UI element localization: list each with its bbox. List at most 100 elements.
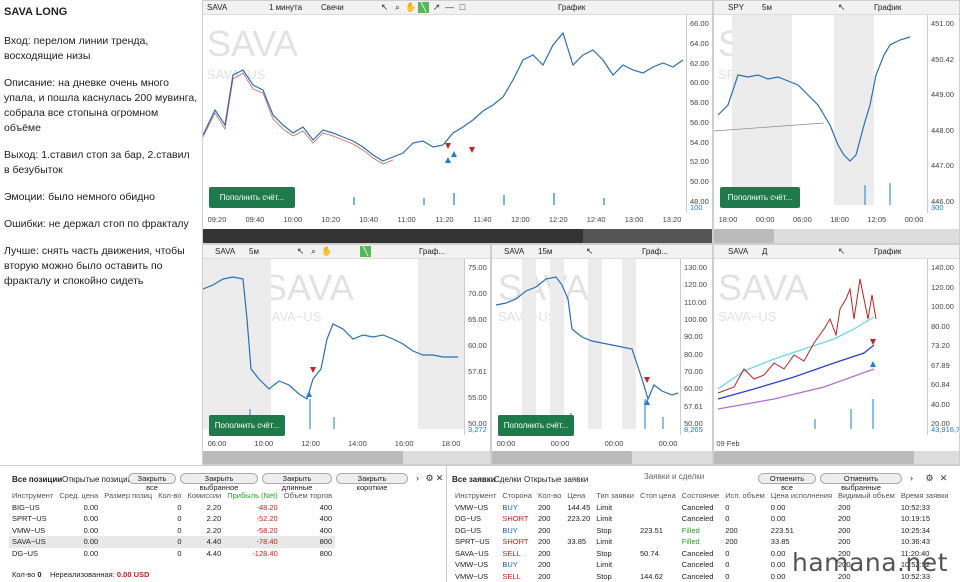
interval-select[interactable]: Д xyxy=(762,247,767,256)
time-axis[interactable]: 06:0010:0012:0014:0016:0018:00 xyxy=(203,437,465,449)
close-all-button[interactable]: Закрыть все xyxy=(128,473,176,484)
chart-scrollbar[interactable] xyxy=(203,229,713,243)
cancel-selected-button[interactable]: Отменить выбранные xyxy=(820,473,902,484)
column-header[interactable]: Сред. цена xyxy=(56,490,101,502)
hline-icon[interactable]: — xyxy=(444,2,455,13)
gear-icon[interactable]: ⚙ xyxy=(924,473,935,484)
column-header[interactable]: Цена исполнения xyxy=(768,490,835,502)
time-tick: 10:00 xyxy=(283,215,302,224)
price-axis[interactable]: 140.00120.00100.0080.0073.2067.8960.8440… xyxy=(927,259,959,435)
table-cell: 2.20 xyxy=(184,513,224,525)
table-cell: SAVA~US xyxy=(452,548,499,560)
column-header[interactable]: Размер позиц xyxy=(101,490,155,502)
column-header[interactable]: Инструмент xyxy=(9,490,56,502)
column-header[interactable]: Сторона xyxy=(499,490,535,502)
chart-type-select[interactable]: Свечи xyxy=(321,3,344,12)
column-header[interactable]: Исп. объем xyxy=(722,490,768,502)
column-header[interactable]: Стоп цена xyxy=(637,490,679,502)
table-row[interactable]: DG~US0.0004.40-128.40800 xyxy=(9,548,335,560)
time-tick: 11:40 xyxy=(473,215,491,224)
column-header[interactable]: Видимый объем xyxy=(835,490,898,502)
interval-select[interactable]: 5м xyxy=(762,3,772,12)
close-icon[interactable]: ✕ xyxy=(938,473,949,484)
table-row[interactable]: DG~USBUY200Stop223.51Filled200223.512001… xyxy=(452,525,952,537)
table-cell xyxy=(101,502,155,514)
table-row[interactable]: BIG~US0.0002.20-48.20400 xyxy=(9,502,335,514)
tab-trades[interactable]: Сделки xyxy=(494,475,521,484)
close-selected-button[interactable]: Закрыть выбранное xyxy=(180,473,258,484)
cursor-icon[interactable]: ↖ xyxy=(584,246,595,257)
chevron-right-icon[interactable]: › xyxy=(906,473,917,484)
chart-15m[interactable]: SAVA 15м ↖ Граф... SAVA SAVA~US 130.0012… xyxy=(491,244,713,465)
time-axis[interactable]: 09:2009:4010:0010:2010:4011:0011:2011:40… xyxy=(203,213,686,225)
column-header[interactable]: Инструмент xyxy=(452,490,499,502)
tab-open-orders[interactable]: Открытые заявки xyxy=(524,475,588,484)
price-axis[interactable]: 130.00120.00110.00100.0090.0080.0070.006… xyxy=(680,259,712,435)
chart-5m[interactable]: SAVA 5м ↖ ⌕ ✋ ╲ Граф... SAVA SAVA~US 75.… xyxy=(202,244,491,465)
table-row[interactable]: VMW~USBUY200144.45LimitCanceled00.002001… xyxy=(452,502,952,514)
table-row[interactable]: SPRT~US0.0002.20-52.20400 xyxy=(9,513,335,525)
column-header[interactable]: Кол-во xyxy=(535,490,564,502)
symbol-field[interactable]: SAVA xyxy=(207,3,227,12)
cursor-icon[interactable]: ↖ xyxy=(295,246,306,257)
price-tick: 450.42 xyxy=(931,55,954,64)
cursor-icon[interactable]: ↖ xyxy=(379,2,390,13)
hand-icon[interactable]: ✋ xyxy=(405,2,416,13)
deposit-button[interactable]: Пополнить счёт... xyxy=(209,415,285,436)
chart-daily[interactable]: SAVA Д ↖ График SAVA SAVA~US 140.00120.0… xyxy=(713,244,960,465)
column-header[interactable]: Тип заявки xyxy=(593,490,637,502)
hand-icon[interactable]: ✋ xyxy=(321,246,332,257)
table-row[interactable]: SAVA~US0.0004.40-78.40800 xyxy=(9,536,335,548)
line-tool-icon[interactable]: ╲ xyxy=(360,246,371,257)
time-axis[interactable]: 09 Feb xyxy=(714,437,928,449)
symbol-field[interactable]: SPY xyxy=(728,3,744,12)
symbol-field[interactable]: SAVA xyxy=(728,247,748,256)
table-row[interactable]: DG~USSHORT200223.20LimitCanceled00.00200… xyxy=(452,513,952,525)
column-header[interactable]: Комиссии xyxy=(184,490,224,502)
zoom-icon[interactable]: ⌕ xyxy=(308,246,319,257)
zoom-icon[interactable]: ⌕ xyxy=(392,2,403,13)
tab-all-orders[interactable]: Все заявки xyxy=(452,475,496,484)
interval-select[interactable]: 15м xyxy=(538,247,552,256)
chart-scrollbar[interactable] xyxy=(492,451,713,465)
chevron-right-icon[interactable]: › xyxy=(412,473,423,484)
column-header[interactable]: Прибыль (Net) xyxy=(224,490,280,502)
price-axis[interactable]: 75.0070.0065.0060.0057.6155.0050.003,272 xyxy=(464,259,490,435)
column-header[interactable]: Кол-во xyxy=(155,490,184,502)
close-short-button[interactable]: Закрыть короткие xyxy=(336,473,408,484)
time-axis[interactable]: 18:0000:0006:0018:0012:0500:00 xyxy=(714,213,928,225)
deposit-button[interactable]: Пополнить счёт... xyxy=(209,187,295,208)
column-header[interactable]: Время заявки xyxy=(898,490,952,502)
interval-select[interactable]: 5м xyxy=(249,247,259,256)
price-axis[interactable]: 451.00450.42449.00448.00447.00446.00300 xyxy=(927,15,959,213)
tab-all-positions[interactable]: Все позиции xyxy=(12,475,62,484)
column-header[interactable]: Цена xyxy=(564,490,593,502)
tab-open-positions[interactable]: Открытые позиции xyxy=(62,475,132,484)
symbol-field[interactable]: SAVA xyxy=(504,247,524,256)
deposit-button[interactable]: Пополнить счёт... xyxy=(720,187,800,208)
interval-select[interactable]: 1 минута xyxy=(269,3,302,12)
chart-scrollbar[interactable] xyxy=(714,229,960,243)
deposit-button[interactable]: Пополнить счёт... xyxy=(498,415,574,436)
time-axis[interactable]: 00:0000:0000:0000:00 xyxy=(492,437,682,449)
arrow-tool-icon[interactable]: ↗ xyxy=(431,2,442,13)
cancel-all-button[interactable]: Отменить все xyxy=(758,473,816,484)
column-header[interactable]: Состояние xyxy=(679,490,722,502)
cursor-icon[interactable]: ↖ xyxy=(836,2,847,13)
close-long-button[interactable]: Закрыть длинные xyxy=(262,473,332,484)
table-row[interactable]: SPRT~USSHORT20033.85LimitFilled20033.852… xyxy=(452,536,952,548)
price-tick: 58.00 xyxy=(690,98,709,107)
cursor-icon[interactable]: ↖ xyxy=(836,246,847,257)
chart-main[interactable]: SAVA 1 минута Свечи ↖ ⌕ ✋ ╲ ↗ — □ График… xyxy=(202,0,713,244)
symbol-field[interactable]: SAVA xyxy=(215,247,235,256)
line-tool-icon[interactable]: ╲ xyxy=(418,2,429,13)
column-header[interactable]: Объем торгов xyxy=(281,490,335,502)
chart-scrollbar[interactable] xyxy=(203,451,491,465)
rect-icon[interactable]: □ xyxy=(457,2,468,13)
price-axis[interactable]: 66.0064.0062.0060.0058.0056.0054.0052.00… xyxy=(686,15,712,213)
chart-scrollbar[interactable] xyxy=(714,451,960,465)
price-tick: 90.00 xyxy=(684,332,703,341)
close-icon[interactable]: ✕ xyxy=(434,473,445,484)
table-row[interactable]: VMW~US0.0002.20-58.20400 xyxy=(9,525,335,537)
chart-spy[interactable]: SPY 5м ↖ График SPY SPY~US 451.00450.424… xyxy=(713,0,960,244)
